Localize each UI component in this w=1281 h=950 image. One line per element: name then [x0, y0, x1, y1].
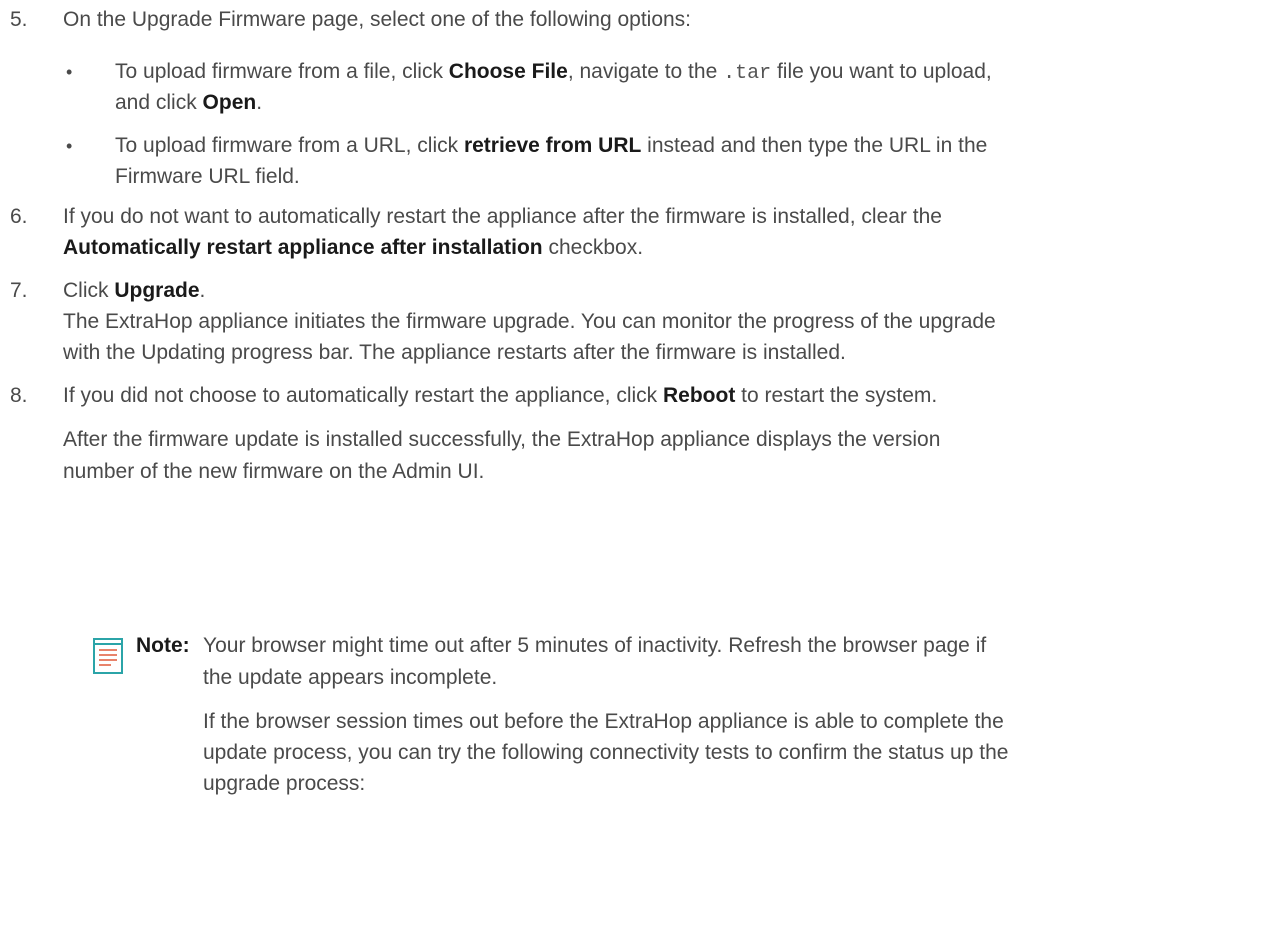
open-label: Open [202, 91, 257, 114]
bullet-text: To upload firmware from a file, click Ch… [115, 60, 992, 85]
note-icon [93, 638, 123, 674]
note-label: Note: [136, 634, 190, 657]
retrieve-from-url-label: retrieve from URL [463, 134, 642, 157]
auto-restart-label: Automatically restart appliance after in… [63, 236, 543, 259]
tar-code: .tar [723, 62, 772, 85]
step-number: 8. [10, 384, 28, 407]
reboot-label: Reboot [663, 384, 736, 407]
step-number: 6. [10, 205, 28, 228]
step-text: On the Upgrade Firmware page, select one… [63, 8, 692, 31]
step-number: 5. [10, 8, 28, 31]
bullet-text: To upload firmware from a URL, click ret… [115, 134, 988, 157]
choose-file-label: Choose File [448, 60, 568, 83]
upgrade-label: Upgrade [114, 279, 200, 302]
bullet: • [66, 62, 73, 82]
step-number: 7. [10, 279, 28, 302]
bullet: • [66, 136, 73, 156]
document-page: 5. On the Upgrade Firmware page, select … [0, 0, 1281, 950]
